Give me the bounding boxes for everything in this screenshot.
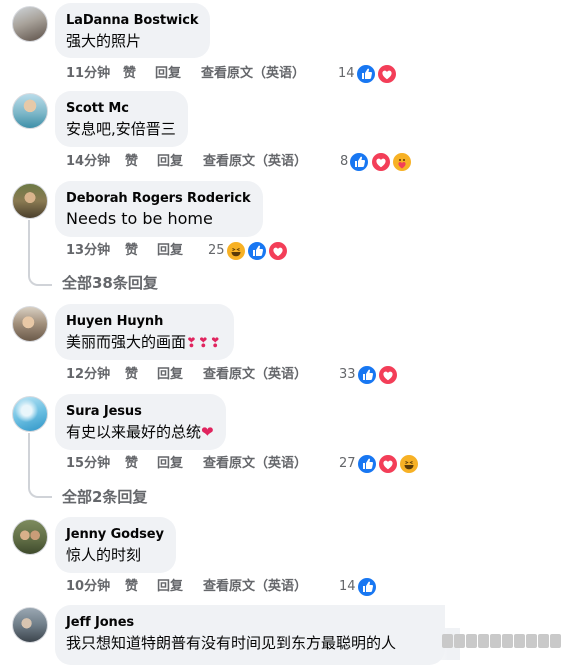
reactions-summary[interactable]: 27 (339, 453, 420, 475)
see-original-button[interactable]: 查看原文（英语） (203, 366, 307, 384)
avatar[interactable] (12, 93, 48, 129)
comment-text: 美丽而强大的画面❣❣❣ (66, 332, 222, 354)
like-button[interactable]: 赞 (125, 153, 138, 171)
like-icon (354, 63, 377, 85)
thread-line (28, 220, 52, 286)
reactions-summary[interactable]: 14 (338, 63, 398, 85)
comment-text: 我只想知道特朗普有没有时间见到东方最聪明的人 (66, 634, 397, 652)
avatar[interactable] (12, 183, 48, 219)
reply-button[interactable]: 回复 (157, 578, 183, 596)
comment-author[interactable]: Jeff Jones (66, 614, 433, 631)
like-button[interactable]: 赞 (125, 242, 138, 260)
comment-time[interactable]: 10分钟 (66, 578, 110, 596)
like-icon (355, 364, 378, 386)
avatar[interactable] (12, 6, 48, 42)
like-button[interactable]: 赞 (125, 366, 138, 384)
comment-author[interactable]: LaDanna Bostwick (66, 12, 199, 29)
comment-text: Needs to be home (66, 209, 213, 228)
heart-emoji: ❤ (201, 423, 214, 441)
comment-bubble: LaDanna Bostwick 强大的照片 (55, 3, 211, 58)
like-icon (245, 240, 268, 262)
reactions-summary[interactable]: 33 (339, 364, 399, 386)
comment-time[interactable]: 15分钟 (66, 455, 110, 473)
comment-time[interactable]: 13分钟 (66, 242, 110, 260)
comment-bubble: Huyen Huynh 美丽而强大的画面❣❣❣ (55, 304, 234, 360)
comment-bubble: Jenny Godsey 惊人的时刻 (55, 517, 176, 573)
see-original-button[interactable]: 查看原文（英语） (203, 153, 307, 171)
like-icon (348, 151, 371, 173)
avatar[interactable] (12, 519, 48, 555)
see-original-button[interactable]: 查看原文（英语） (201, 65, 305, 83)
comment-author[interactable]: Jenny Godsey (66, 526, 164, 543)
comment-author[interactable]: Sura Jesus (66, 403, 214, 420)
comment-author[interactable]: Deborah Rogers Roderick (66, 190, 251, 207)
comment-bubble: Deborah Rogers Roderick Needs to be home (55, 181, 263, 237)
love-icon (266, 240, 289, 262)
reactions-count: 33 (339, 367, 356, 382)
love-icon (375, 63, 398, 85)
like-button[interactable]: 赞 (125, 455, 138, 473)
reply-button[interactable]: 回复 (157, 153, 183, 171)
comment-text: 有史以来最好的总统❤ (66, 422, 214, 442)
watermark (442, 626, 572, 658)
reactions-summary[interactable]: 14 (339, 576, 378, 598)
reactions-summary[interactable]: 25 (208, 240, 289, 262)
like-icon (355, 576, 378, 598)
love-icon (369, 151, 392, 173)
avatar[interactable] (12, 607, 48, 643)
care-icon (390, 151, 413, 173)
comment-text: 惊人的时刻 (66, 546, 142, 564)
comment-text: 安息吧,安倍晋三 (66, 120, 176, 138)
comment-bubble: Scott Mc 安息吧,安倍晋三 (55, 91, 188, 147)
reply-button[interactable]: 回复 (157, 366, 183, 384)
comment-author[interactable]: Huyen Huynh (66, 313, 222, 330)
reactions-count: 14 (339, 579, 356, 594)
reactions-summary[interactable]: 8 (340, 151, 413, 173)
like-icon (355, 453, 378, 475)
reactions-count: 27 (339, 456, 356, 471)
see-original-button[interactable]: 查看原文（英语） (203, 455, 307, 473)
like-button[interactable]: 赞 (123, 65, 136, 83)
thread-line (28, 433, 52, 498)
comment-time[interactable]: 11分钟 (66, 65, 110, 83)
reactions-count: 14 (338, 66, 355, 81)
love-icon (376, 453, 399, 475)
avatar[interactable] (12, 306, 48, 342)
comment-text: 强大的照片 (66, 32, 142, 50)
view-replies-link[interactable]: 全部2条回复 (62, 486, 147, 507)
reply-button[interactable]: 回复 (157, 242, 183, 260)
see-original-button[interactable]: 查看原文（英语） (203, 578, 307, 596)
comment-time[interactable]: 12分钟 (66, 366, 110, 384)
reply-button[interactable]: 回复 (157, 455, 183, 473)
comment-text-body: 美丽而强大的画面 (66, 333, 187, 351)
comment-time[interactable]: 14分钟 (66, 153, 110, 171)
reply-button[interactable]: 回复 (155, 65, 181, 83)
haha-icon (224, 240, 247, 262)
reactions-count: 25 (208, 243, 225, 258)
haha-icon (397, 453, 420, 475)
like-button[interactable]: 赞 (125, 578, 138, 596)
avatar[interactable] (12, 396, 48, 432)
love-icon (376, 364, 399, 386)
view-replies-link[interactable]: 全部38条回复 (62, 272, 158, 293)
comment-text-body: 有史以来最好的总统 (66, 423, 202, 441)
comment-bubble: Sura Jesus 有史以来最好的总统❤ (55, 394, 226, 450)
comment-author[interactable]: Scott Mc (66, 100, 176, 117)
heart-exclamation-emoji: ❣❣❣ (186, 336, 222, 351)
reactions-count: 8 (340, 154, 349, 169)
comment-bubble: Jeff Jones 我只想知道特朗普有没有时间见到东方最聪明的人 (55, 605, 445, 665)
